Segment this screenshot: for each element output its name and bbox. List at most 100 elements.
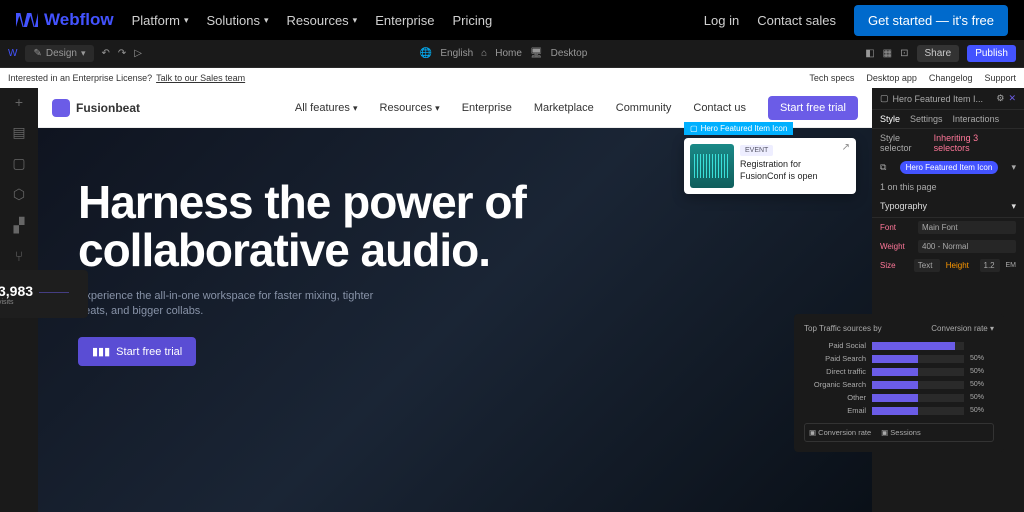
expand-icon[interactable]: ↗ bbox=[842, 142, 850, 153]
selector-row[interactable]: ⧉ Hero Featured Item Icon ▾ bbox=[872, 157, 1024, 178]
chevron-down-icon[interactable]: ▾ bbox=[1011, 162, 1016, 173]
home-icon[interactable]: ⌂ bbox=[481, 48, 487, 59]
chart-icon[interactable]: ▞ bbox=[14, 217, 25, 234]
section-typography[interactable]: Typography bbox=[880, 201, 927, 212]
nav-pricing[interactable]: Pricing bbox=[452, 13, 492, 28]
chevron-down-icon: ▾ bbox=[353, 15, 358, 26]
contact-sales-link[interactable]: Contact sales bbox=[757, 13, 836, 28]
bar-track bbox=[872, 381, 964, 389]
traffic-pct: 50% bbox=[970, 355, 994, 362]
branch-icon[interactable]: ⑂ bbox=[15, 248, 23, 264]
metric-select[interactable]: Conversion rate ▾ bbox=[931, 324, 994, 333]
redo-icon[interactable]: ↷ bbox=[118, 48, 126, 59]
stack-icon: ⧉ bbox=[880, 162, 886, 173]
cube-icon[interactable]: ⬡ bbox=[13, 186, 25, 203]
webflow-icon bbox=[16, 13, 38, 27]
site-nav-community[interactable]: Community bbox=[616, 102, 672, 114]
brand-text: Webflow bbox=[44, 10, 114, 30]
legend-sessions[interactable]: ▣ Sessions bbox=[881, 428, 921, 437]
nav-resources[interactable]: Resources▾ bbox=[287, 13, 358, 28]
site-logo-icon bbox=[52, 99, 70, 117]
square-icon: ▢ bbox=[880, 93, 889, 104]
traffic-row: Email50% bbox=[804, 406, 994, 415]
gear-icon[interactable]: ⚙ bbox=[996, 93, 1004, 104]
site-cta-button[interactable]: Start free trial bbox=[768, 96, 858, 120]
selector-label: Style selector bbox=[880, 133, 934, 153]
traffic-source: Paid Social bbox=[804, 341, 866, 350]
ent-support[interactable]: Support bbox=[984, 73, 1016, 83]
globe-icon[interactable]: 🌐 bbox=[420, 48, 432, 59]
waveform-thumbnail bbox=[690, 144, 734, 188]
hero-cta-button[interactable]: ▮▮▮Start free trial bbox=[78, 337, 196, 366]
nav-enterprise[interactable]: Enterprise bbox=[375, 13, 434, 28]
sparkline-icon bbox=[39, 284, 69, 304]
class-tag[interactable]: Hero Featured Item Icon bbox=[900, 161, 999, 174]
selection-tag: ▢ Hero Featured Item Icon bbox=[684, 122, 793, 135]
traffic-source: Other bbox=[804, 393, 866, 402]
brush-icon: ✎ bbox=[33, 48, 41, 59]
desktop-icon[interactable]: 🖥 bbox=[530, 48, 543, 59]
featured-item-popup[interactable]: ▢ Hero Featured Item Icon EVENT Registra… bbox=[684, 138, 856, 194]
event-badge: EVENT bbox=[740, 145, 773, 156]
ent-desktopapp[interactable]: Desktop app bbox=[866, 73, 917, 83]
tab-interactions[interactable]: Interactions bbox=[953, 114, 1000, 124]
bar-track bbox=[872, 342, 964, 350]
share-button[interactable]: Share bbox=[917, 45, 960, 62]
popup-text: EVENT Registration forFusionConf is open bbox=[740, 144, 818, 188]
toolbar-icon[interactable]: ◧ bbox=[865, 48, 874, 59]
analytics-panel: Top Traffic sources byConversion rate ▾ … bbox=[794, 314, 1004, 452]
bar-track bbox=[872, 407, 964, 415]
undo-icon[interactable]: ↶ bbox=[102, 48, 110, 59]
ent-changelog[interactable]: Changelog bbox=[929, 73, 973, 83]
tab-settings[interactable]: Settings bbox=[910, 114, 943, 124]
site-logo[interactable]: Fusionbeat bbox=[52, 99, 140, 117]
mode-switcher[interactable]: ✎Design▾ bbox=[25, 45, 93, 62]
ent-techspecs[interactable]: Tech specs bbox=[809, 73, 854, 83]
stat-card: 3,983 visits bbox=[0, 270, 88, 318]
nav-solutions[interactable]: Solutions▾ bbox=[207, 13, 269, 28]
login-link[interactable]: Log in bbox=[704, 13, 739, 28]
legend-conversion[interactable]: ▣ Conversion rate bbox=[809, 428, 871, 437]
webflow-logo[interactable]: Webflow bbox=[16, 10, 114, 30]
tab-style[interactable]: Style bbox=[880, 114, 900, 124]
bar-track bbox=[872, 355, 964, 363]
toolbar-icon[interactable]: ⊡ bbox=[900, 48, 908, 59]
ent-link[interactable]: Talk to our Sales team bbox=[156, 73, 245, 83]
hero-section: Harness the power ofcollaborative audio.… bbox=[38, 128, 872, 512]
canvas: Fusionbeat All features ▾ Resources ▾ En… bbox=[38, 88, 872, 512]
site-nav-contact[interactable]: Contact us bbox=[693, 102, 746, 114]
close-icon[interactable]: ✕ bbox=[1008, 93, 1016, 104]
traffic-row: Other50% bbox=[804, 393, 994, 402]
bar-track bbox=[872, 368, 964, 376]
ent-lead: Interested in an Enterprise License? bbox=[8, 73, 152, 83]
publish-button[interactable]: Publish bbox=[967, 45, 1016, 62]
get-started-button[interactable]: Get started — it's free bbox=[854, 5, 1008, 36]
traffic-row: Organic Search50% bbox=[804, 380, 994, 389]
analytics-title: Top Traffic sources by bbox=[804, 324, 882, 333]
prop-height-label: Height bbox=[946, 261, 974, 270]
pages-icon[interactable]: ▤ bbox=[12, 124, 25, 141]
site-nav-marketplace[interactable]: Marketplace bbox=[534, 102, 594, 114]
traffic-row: Paid Search50% bbox=[804, 354, 994, 363]
stat-label: visits bbox=[0, 299, 33, 306]
prop-size-label: Size bbox=[880, 261, 908, 270]
weight-select[interactable]: 400 - Normal bbox=[918, 240, 1016, 253]
toolbar-icon[interactable]: ▦ bbox=[883, 48, 892, 59]
traffic-row: Paid Social bbox=[804, 341, 994, 350]
traffic-row: Direct traffic50% bbox=[804, 367, 994, 376]
site-nav-enterprise[interactable]: Enterprise bbox=[462, 102, 512, 114]
site-nav-features[interactable]: All features ▾ bbox=[295, 102, 358, 114]
chevron-down-icon[interactable]: ▾ bbox=[1011, 201, 1016, 212]
nav-platform[interactable]: Platform▾ bbox=[132, 13, 189, 28]
desktop-label: Desktop bbox=[551, 48, 588, 59]
font-select[interactable]: Main Font bbox=[918, 221, 1016, 234]
folder-icon[interactable]: ▢ bbox=[12, 155, 25, 172]
play-icon[interactable]: ▷ bbox=[134, 48, 142, 59]
size-input[interactable]: Text bbox=[914, 259, 940, 272]
breadcrumb[interactable]: Hero Featured Item I... bbox=[893, 94, 984, 104]
webflow-glyph-icon[interactable]: W bbox=[8, 48, 17, 59]
site-nav-resources[interactable]: Resources ▾ bbox=[380, 102, 440, 114]
add-icon[interactable]: + bbox=[15, 94, 23, 110]
bar-track bbox=[872, 394, 964, 402]
height-input[interactable]: 1.2 bbox=[980, 259, 1000, 272]
